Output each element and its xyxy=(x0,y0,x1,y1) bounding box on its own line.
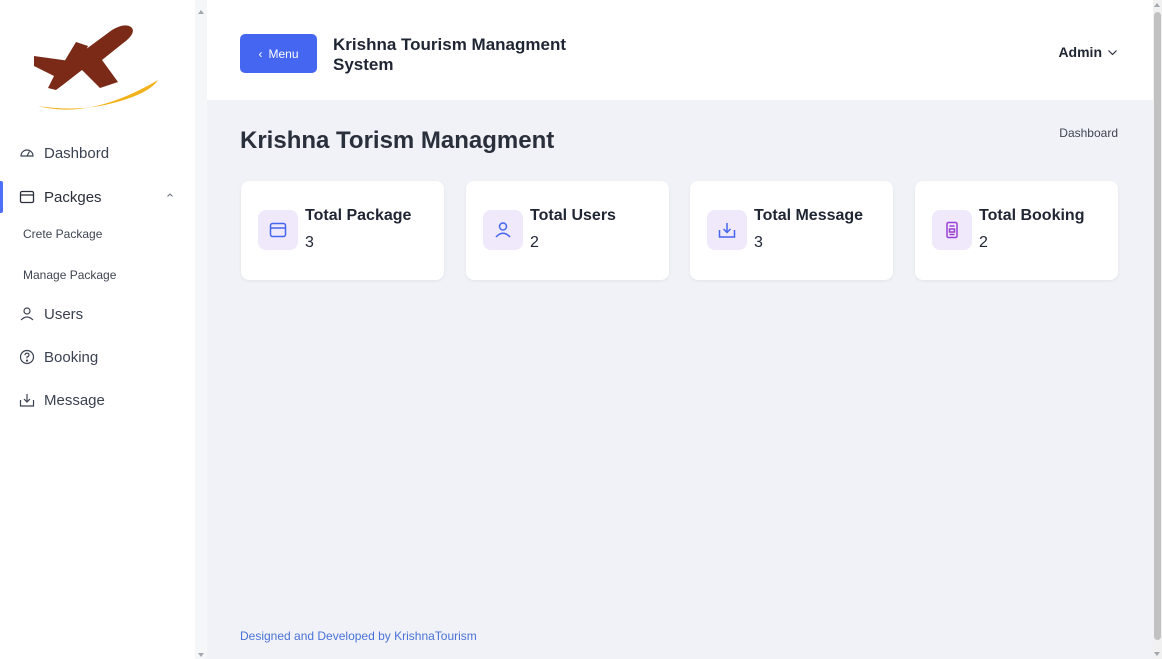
chevron-up-icon[interactable] xyxy=(165,190,175,200)
admin-label: Admin xyxy=(1058,44,1102,60)
download-icon xyxy=(19,392,35,408)
stat-label: Total Message xyxy=(754,207,864,224)
icon-tile xyxy=(932,210,972,250)
sidebar-item-label: Dashbord xyxy=(44,144,110,162)
breadcrumb[interactable]: Dashboard xyxy=(1059,126,1118,140)
footer-credit[interactable]: Designed and Developed by KrishnaTourism xyxy=(240,629,477,643)
icon-tile xyxy=(483,210,523,250)
download-icon xyxy=(718,223,736,238)
calendar-icon xyxy=(269,222,287,238)
menu-button[interactable]: ‹ Menu xyxy=(240,34,317,73)
sidebar-scrollbar[interactable] xyxy=(195,0,207,659)
scroll-down-arrow-icon[interactable] xyxy=(1154,652,1160,656)
page-title: Krishna Torism Managment xyxy=(240,127,555,154)
user-icon xyxy=(495,222,511,238)
sidebar-item-dashboard[interactable]: Dashbord xyxy=(0,133,195,173)
book-icon xyxy=(946,221,958,239)
stat-value: 2 xyxy=(979,234,988,251)
scroll-down-arrow-icon[interactable] xyxy=(198,653,204,657)
stat-card-total-message[interactable]: Total Message 3 xyxy=(690,181,893,280)
sidebar-item-message[interactable]: Message xyxy=(0,380,195,420)
admin-dropdown[interactable]: Admin xyxy=(1058,44,1118,60)
question-circle-icon xyxy=(19,349,35,365)
sidebar-item-label: Booking xyxy=(44,348,99,366)
system-title: Krishna Tourism Managment System xyxy=(333,35,566,74)
stat-card-total-package[interactable]: Total Package 3 xyxy=(241,181,444,280)
scrollbar-thumb[interactable] xyxy=(1154,12,1161,640)
sidebar-item-packages[interactable]: Packges xyxy=(0,177,195,217)
calendar-icon xyxy=(19,189,35,205)
sidebar-item-users[interactable]: Users xyxy=(0,294,195,334)
stat-card-total-users[interactable]: Total Users 2 xyxy=(466,181,669,280)
stat-value: 3 xyxy=(305,234,314,251)
icon-tile xyxy=(258,210,298,250)
app-window: Dashbord Packges Crete Package Manage Pa… xyxy=(0,0,1162,659)
scroll-up-arrow-icon[interactable] xyxy=(1154,3,1160,7)
stat-label: Total Users xyxy=(530,207,616,224)
stat-label: Total Package xyxy=(305,207,412,224)
stat-label: Total Booking xyxy=(979,207,1085,224)
menu-button-label: Menu xyxy=(268,46,299,61)
scroll-up-arrow-icon[interactable] xyxy=(198,10,204,14)
sidebar-item-label: Packges xyxy=(44,188,102,206)
icon-tile xyxy=(707,210,747,250)
top-header: ‹ Menu Krishna Tourism Managment System … xyxy=(207,0,1153,100)
stat-value: 3 xyxy=(754,234,763,251)
sidebar-subitem-manage-package[interactable]: Manage Package xyxy=(23,268,116,282)
dashboard-gauge-icon xyxy=(19,145,35,161)
sidebar-item-booking[interactable]: Booking xyxy=(0,337,195,377)
chevron-down-icon xyxy=(1108,49,1117,55)
stat-card-total-booking[interactable]: Total Booking 2 xyxy=(915,181,1118,280)
sidebar-item-label: Users xyxy=(44,305,84,323)
page-scrollbar[interactable] xyxy=(1153,0,1162,659)
sidebar: Dashbord Packges Crete Package Manage Pa… xyxy=(0,0,195,659)
sidebar-item-label: Message xyxy=(44,391,105,409)
user-icon xyxy=(19,306,35,322)
chevron-left-icon: ‹ xyxy=(258,46,263,61)
airplane-logo-icon xyxy=(34,25,158,110)
stat-value: 2 xyxy=(530,234,539,251)
sidebar-subitem-create-package[interactable]: Crete Package xyxy=(23,227,102,241)
